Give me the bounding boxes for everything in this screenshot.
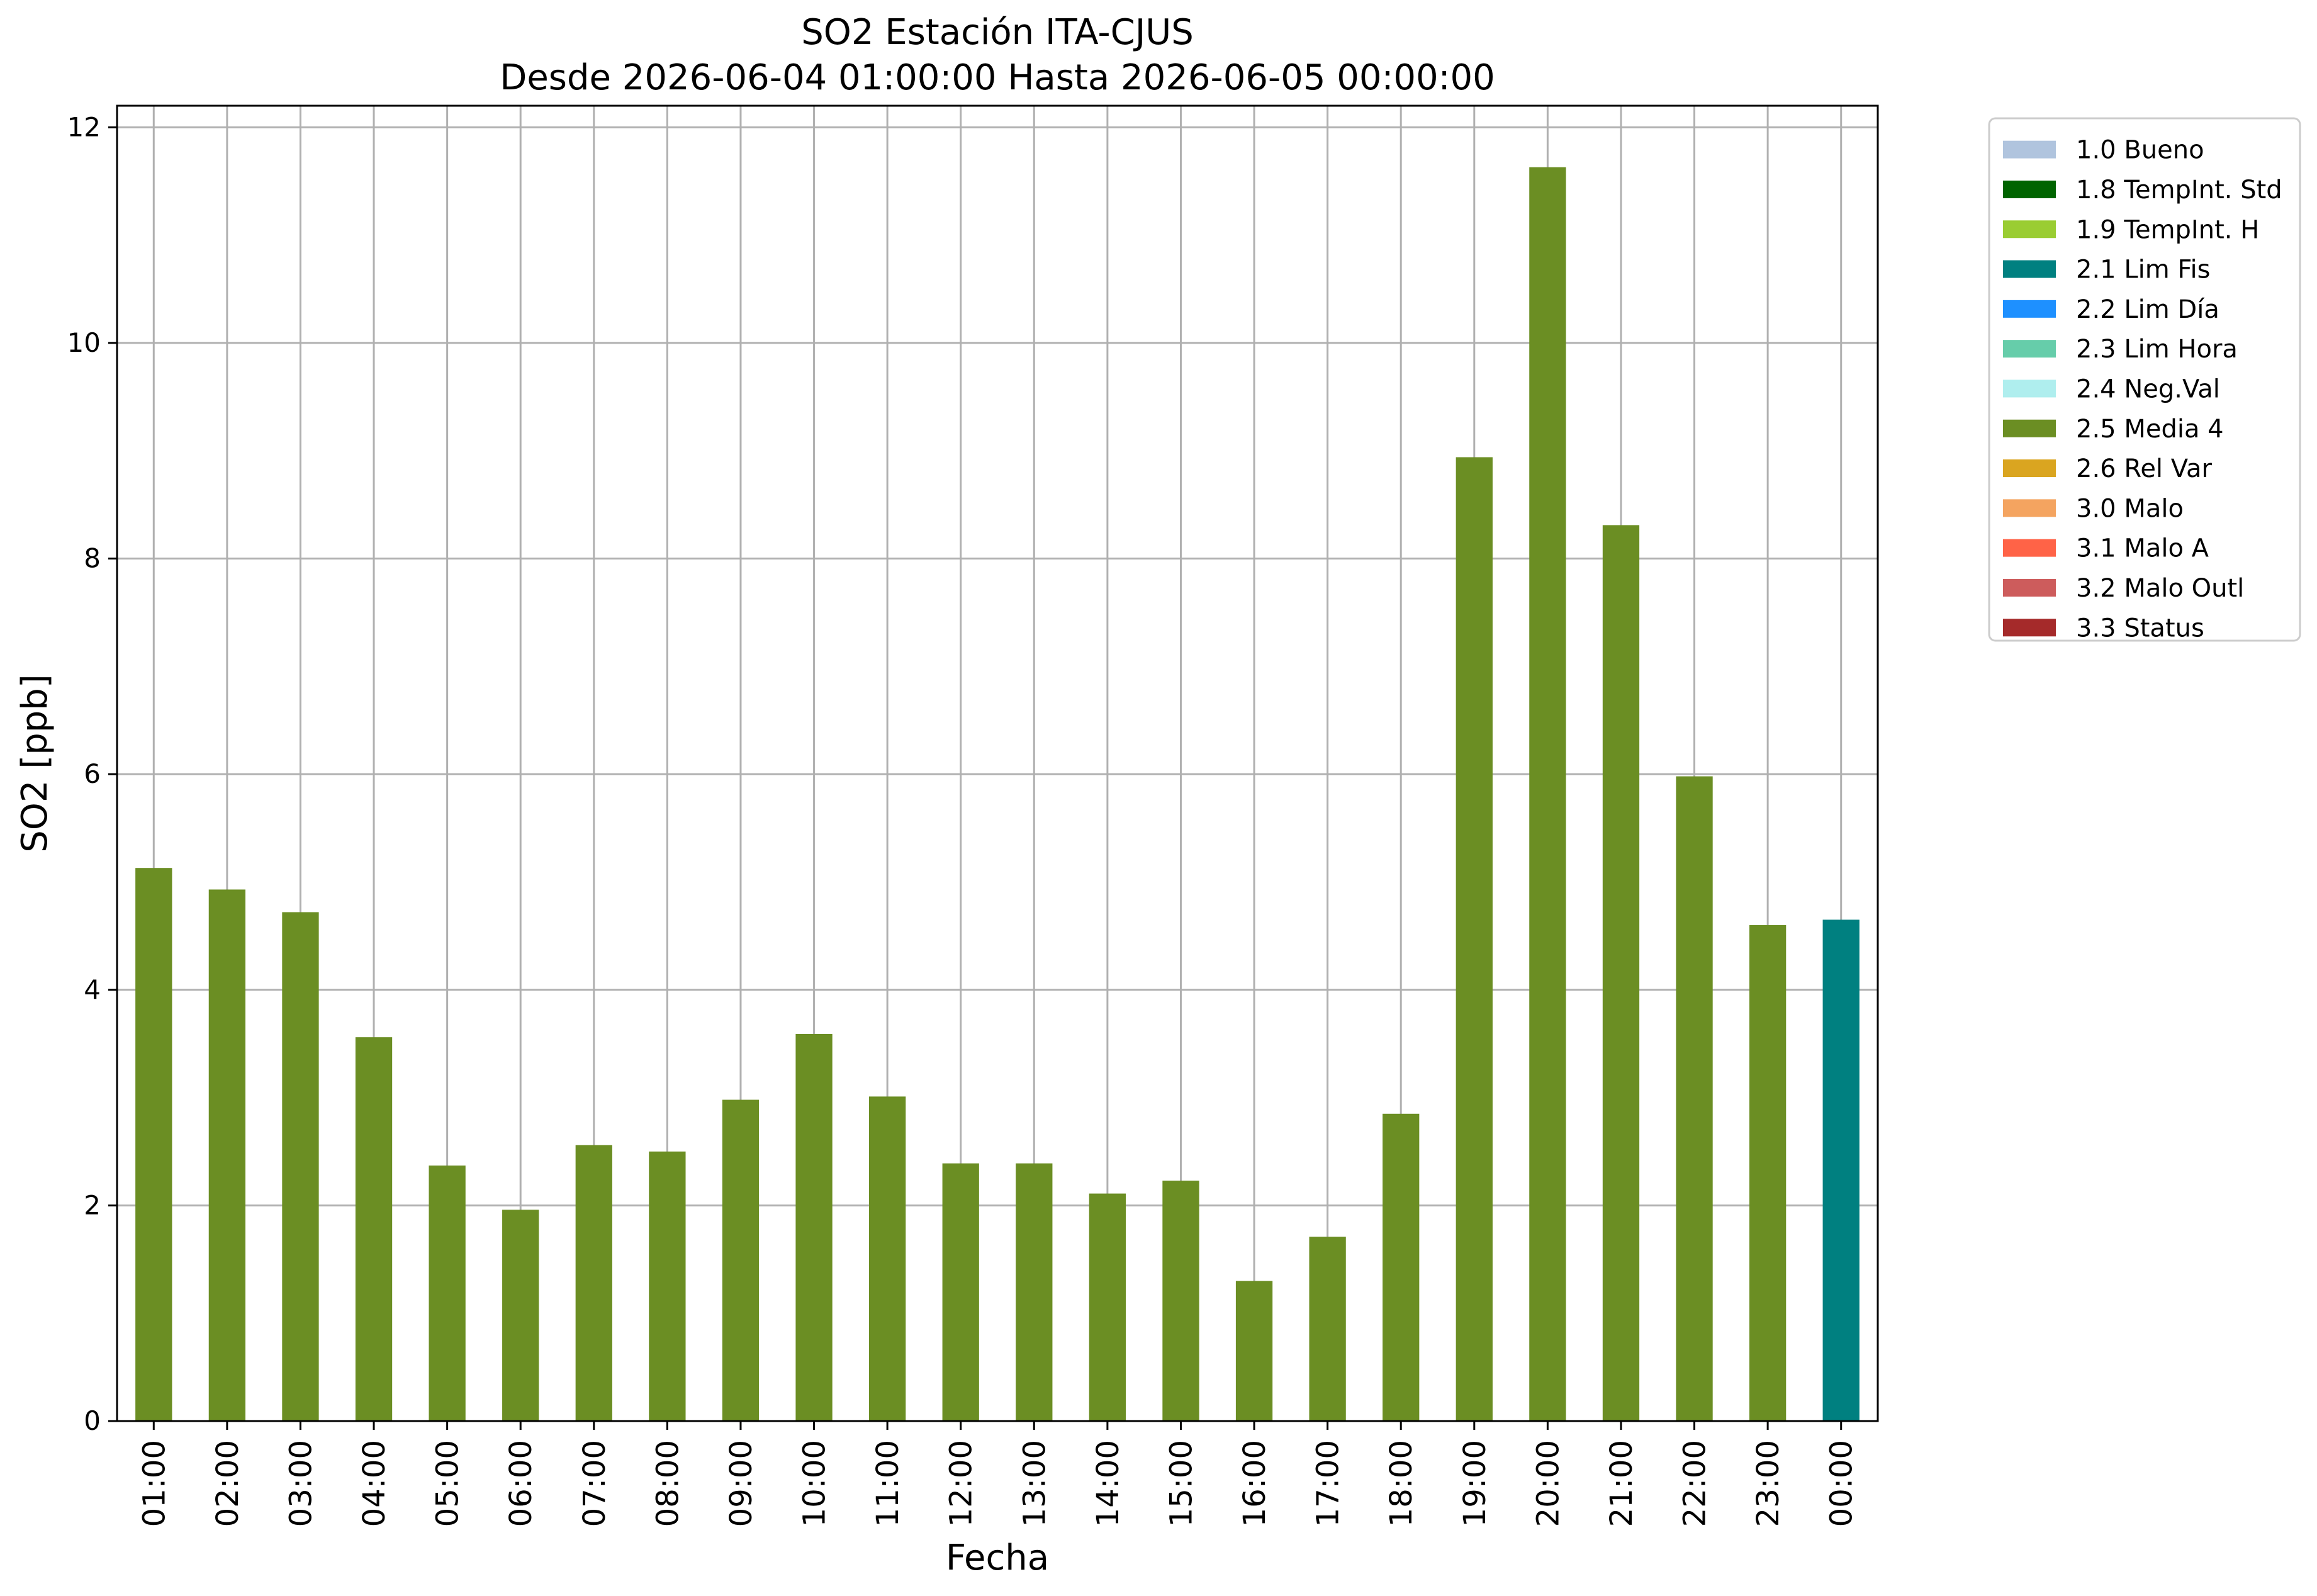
legend-label: 3.0 Malo (2076, 494, 2184, 523)
chart-title: SO2 Estación ITA-CJUS (801, 12, 1194, 53)
x-tick-label: 19:00 (1457, 1440, 1493, 1527)
legend-swatch (2003, 419, 2056, 437)
bar-0300 (282, 912, 319, 1421)
x-tick-label: 05:00 (430, 1440, 466, 1527)
x-tick-label: 08:00 (650, 1440, 685, 1527)
legend-swatch (2003, 340, 2056, 358)
bar-1700 (1309, 1237, 1346, 1421)
legend-label: 2.1 Lim Fis (2076, 256, 2210, 284)
x-axis-label: Fecha (946, 1537, 1049, 1578)
x-tick-label: 20:00 (1530, 1440, 1566, 1527)
bar-1100 (868, 1096, 906, 1421)
x-tick-label: 13:00 (1017, 1440, 1052, 1527)
bar-0900 (722, 1099, 760, 1421)
bar-0400 (355, 1037, 393, 1421)
bar-0200 (208, 889, 246, 1421)
legend-swatch (2003, 459, 2056, 478)
legend-swatch (2003, 260, 2056, 278)
legend-swatch (2003, 499, 2056, 517)
legend-label: 3.1 Malo A (2076, 534, 2209, 563)
bar-0700 (575, 1145, 612, 1421)
legend-label: 2.3 Lim Hora (2076, 335, 2238, 364)
bar-2100 (1602, 525, 1640, 1421)
x-tick-label: 02:00 (210, 1440, 245, 1527)
bar-0800 (649, 1151, 686, 1421)
bar-0500 (429, 1165, 466, 1421)
bar-1500 (1162, 1180, 1199, 1421)
bar-1900 (1456, 457, 1493, 1422)
x-tick-label: 11:00 (870, 1440, 906, 1527)
x-tick-label: 00:00 (1824, 1440, 1860, 1527)
bar-1400 (1089, 1193, 1126, 1421)
x-tick-label: 23:00 (1751, 1440, 1786, 1527)
bar-2000 (1529, 167, 1566, 1421)
x-tick-label: 04:00 (357, 1440, 392, 1527)
bar-1800 (1383, 1113, 1420, 1421)
legend-label: 2.4 Neg.Val (2076, 374, 2220, 403)
bar-0100 (135, 868, 172, 1421)
x-tick-label: 21:00 (1604, 1440, 1639, 1527)
legend-swatch (2003, 140, 2056, 159)
legend-swatch (2003, 300, 2056, 318)
y-tick-label: 6 (84, 758, 101, 789)
legend-label: 1.9 TempInt. H (2076, 215, 2259, 244)
legend-label: 2.6 Rel Var (2076, 454, 2213, 483)
y-tick-label: 4 (84, 974, 101, 1005)
x-tick-label: 14:00 (1091, 1440, 1126, 1527)
bar-0000 (1822, 919, 1860, 1421)
y-tick-label: 0 (84, 1405, 101, 1436)
x-tick-label: 09:00 (724, 1440, 759, 1527)
legend-label: 2.5 Media 4 (2076, 415, 2224, 444)
legend-label: 3.3 Status (2076, 614, 2204, 643)
x-tick-label: 10:00 (797, 1440, 833, 1527)
legend-swatch (2003, 539, 2056, 557)
figure-background (0, 0, 2317, 1596)
legend-label: 3.2 Malo Outl (2076, 574, 2244, 603)
x-tick-label: 17:00 (1311, 1440, 1346, 1527)
legend-swatch (2003, 379, 2056, 398)
bar-0600 (502, 1210, 539, 1421)
x-tick-label: 12:00 (944, 1440, 979, 1527)
bar-1300 (1016, 1163, 1053, 1421)
x-tick-label: 06:00 (503, 1440, 539, 1527)
x-tick-label: 01:00 (137, 1440, 172, 1527)
x-tick-label: 22:00 (1678, 1440, 1713, 1527)
legend-swatch (2003, 578, 2056, 597)
bar-2300 (1749, 924, 1787, 1421)
x-tick-label: 15:00 (1164, 1440, 1199, 1527)
legend-label: 2.2 Lim Día (2076, 295, 2219, 324)
y-tick-label: 10 (67, 327, 101, 358)
so2-bar-chart: SO2 Estación ITA-CJUS Desde 2026-06-04 0… (0, 0, 2317, 1596)
legend-label: 1.8 TempInt. Std (2076, 176, 2282, 205)
chart-subtitle: Desde 2026-06-04 01:00:00 Hasta 2026-06-… (500, 57, 1495, 98)
x-tick-label: 07:00 (577, 1440, 612, 1527)
bar-1000 (795, 1033, 833, 1421)
bar-2200 (1676, 776, 1713, 1421)
legend-swatch (2003, 619, 2056, 637)
y-tick-label: 2 (84, 1189, 101, 1220)
x-tick-label: 03:00 (283, 1440, 318, 1527)
y-axis-label: SO2 [ppb] (14, 674, 55, 852)
bar-1600 (1235, 1281, 1273, 1421)
y-tick-label: 8 (84, 543, 101, 574)
x-tick-label: 18:00 (1384, 1440, 1419, 1527)
legend: 1.0 Bueno 1.8 TempInt. Std 1.9 TempInt. H 2… (1988, 117, 2301, 643)
legend-swatch (2003, 220, 2056, 239)
x-tick-label: 16:00 (1237, 1440, 1272, 1527)
legend-label: 1.0 Bueno (2076, 136, 2204, 165)
y-tick-label: 12 (67, 111, 101, 142)
bar-1200 (942, 1163, 979, 1421)
legend-swatch (2003, 180, 2056, 198)
